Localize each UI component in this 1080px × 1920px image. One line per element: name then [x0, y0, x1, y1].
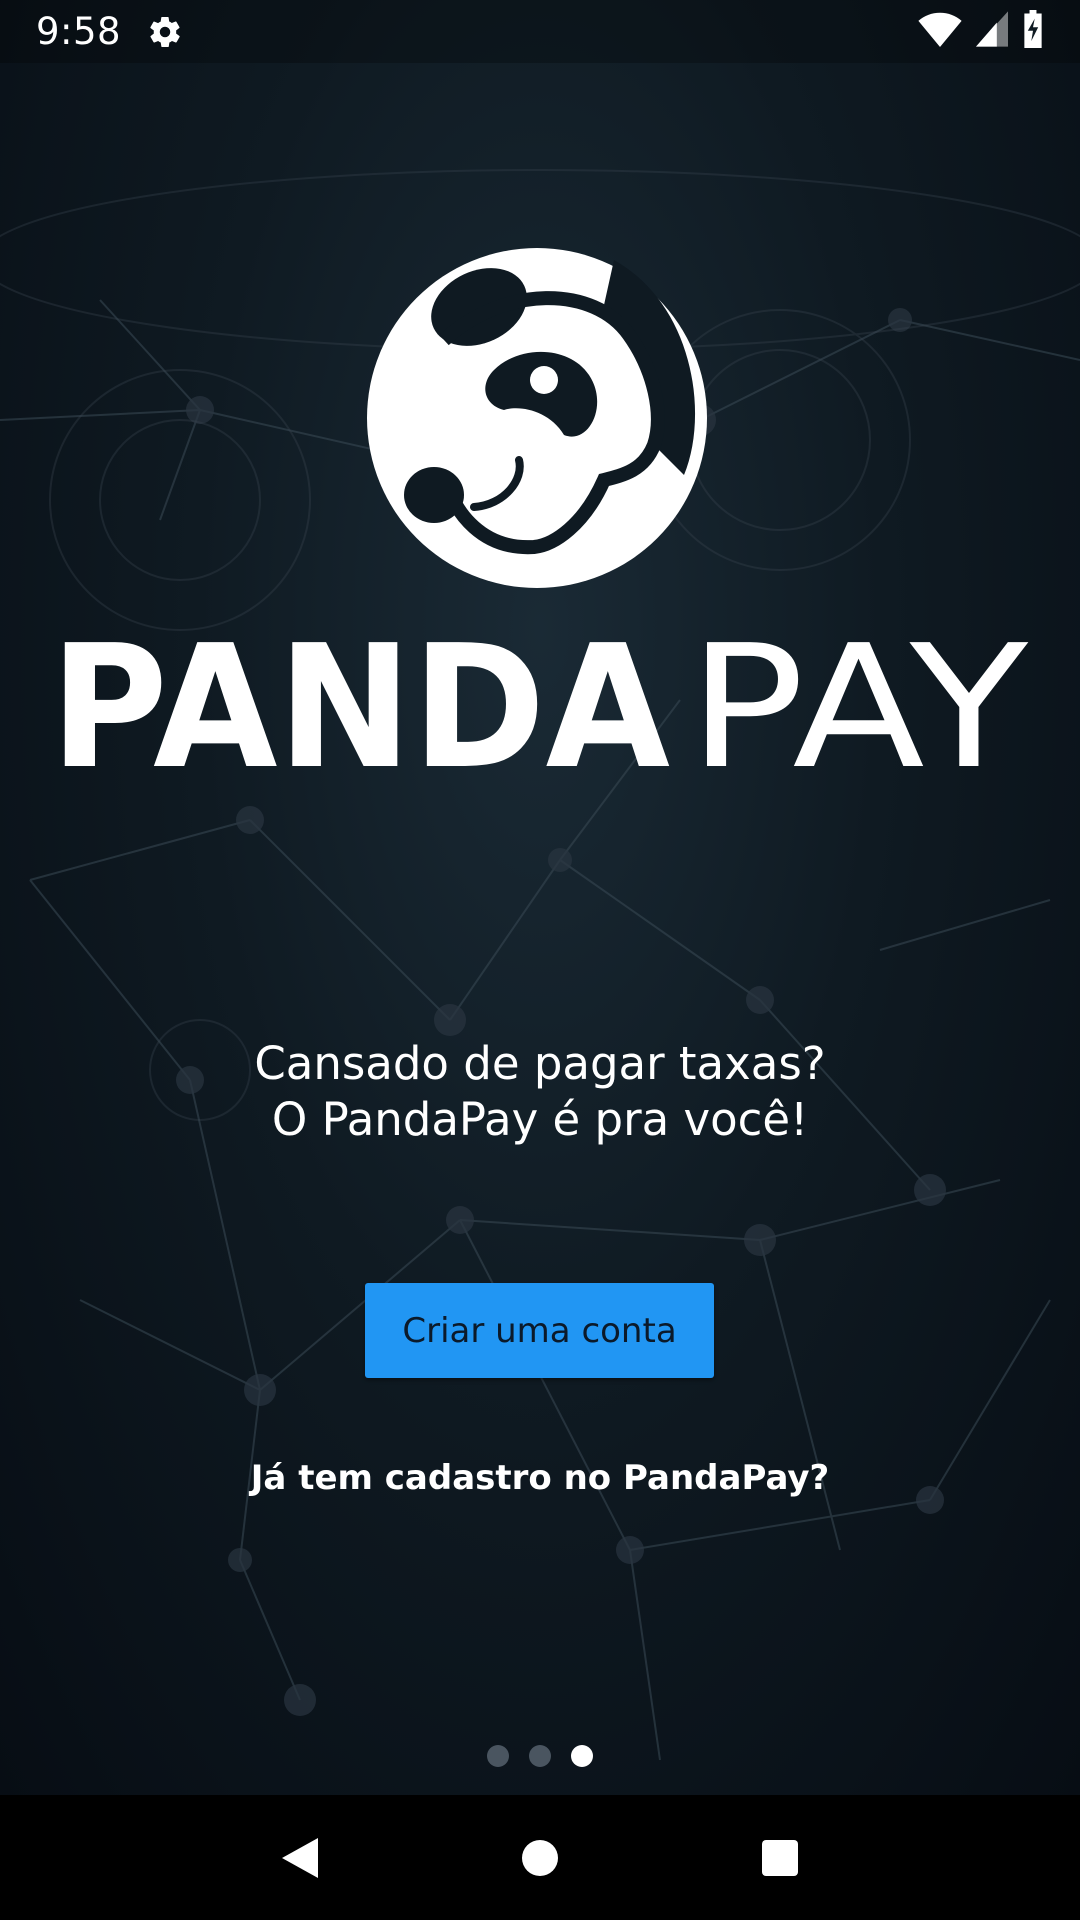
tagline-line-1: Cansado de pagar taxas?	[254, 1037, 826, 1090]
navigation-bar	[0, 1795, 1080, 1920]
brand-wordmark: PANDA PAY	[50, 609, 1030, 807]
tagline: Cansado de pagar taxas? O PandaPay é pra…	[0, 1036, 1080, 1148]
gear-icon	[147, 14, 183, 50]
recents-icon[interactable]	[735, 1813, 825, 1903]
page-dot-3-active[interactable]	[571, 1745, 593, 1767]
screen: 9:58 PANDA PAY Cansado de pagar taxas? O…	[0, 0, 1080, 1920]
page-dot-2[interactable]	[529, 1745, 551, 1767]
status-bar: 9:58	[0, 0, 1080, 63]
login-link[interactable]: Já tem cadastro no PandaPay?	[0, 1458, 1080, 1498]
brand-name-bold: PANDA	[50, 636, 670, 786]
page-dot-1[interactable]	[487, 1745, 509, 1767]
status-time: 9:58	[36, 10, 122, 53]
status-icons	[918, 10, 1044, 53]
create-account-button[interactable]: Criar uma conta	[365, 1283, 714, 1378]
home-icon[interactable]	[495, 1813, 585, 1903]
brand-name-light: PAY	[688, 636, 1029, 786]
page-indicator	[0, 1745, 1080, 1767]
back-icon[interactable]	[255, 1813, 345, 1903]
battery-charging-icon	[1022, 10, 1044, 53]
panda-logo-icon	[364, 245, 710, 591]
wifi-icon	[918, 11, 962, 52]
cell-signal-icon	[976, 11, 1008, 52]
tagline-line-2: O PandaPay é pra você!	[271, 1093, 809, 1146]
